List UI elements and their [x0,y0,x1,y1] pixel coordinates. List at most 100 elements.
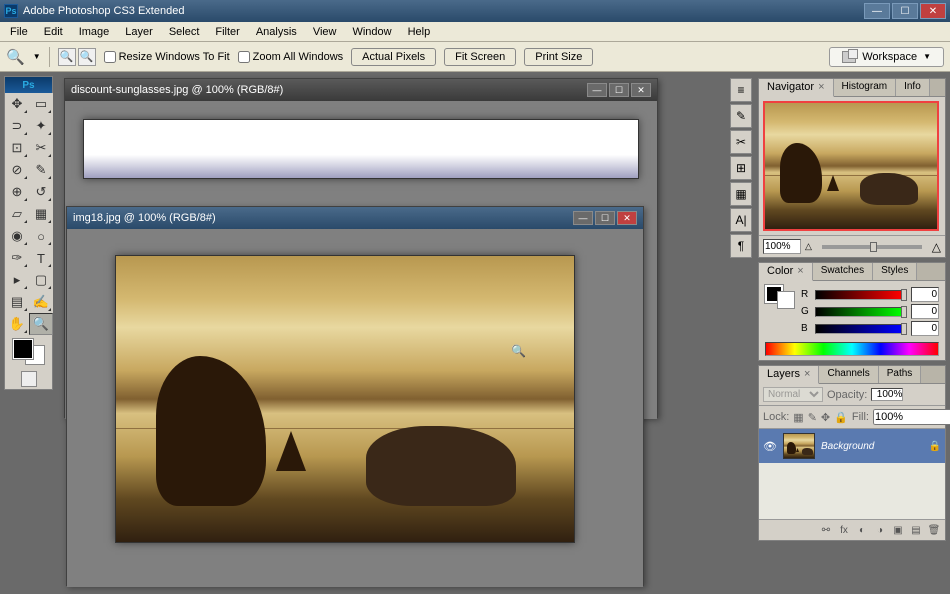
slice-tool[interactable]: ✂ [29,137,53,159]
lock-transparency-icon[interactable]: ▦ [793,410,803,424]
maximize-button[interactable]: ☐ [892,3,918,19]
dock-character-icon[interactable]: A| [730,208,752,232]
dropdown-arrow-icon[interactable]: ▼ [33,52,41,61]
opacity-value[interactable] [871,388,903,401]
notes-tool[interactable]: ▤ [5,291,29,313]
color-swatch[interactable] [13,339,45,365]
standard-mode-button[interactable] [21,371,37,387]
tab-info[interactable]: Info [896,79,930,96]
layer-visibility-icon[interactable]: 👁 [763,439,777,453]
layer-mask-icon[interactable]: ◐ [853,522,871,538]
zoom-out-icon[interactable]: △ [805,241,812,252]
tab-swatches[interactable]: Swatches [813,263,873,280]
menu-help[interactable]: Help [400,24,439,40]
menu-image[interactable]: Image [71,24,118,40]
fill-value[interactable] [873,409,950,425]
menu-edit[interactable]: Edit [36,24,71,40]
zoom-in-button[interactable]: 🔍 [58,48,76,66]
foreground-color[interactable] [13,339,33,359]
tab-color[interactable]: Color× [759,263,813,281]
color-spectrum[interactable] [765,342,939,356]
b-slider[interactable] [815,324,903,334]
menu-layer[interactable]: Layer [117,24,161,40]
r-value[interactable] [911,287,939,302]
doc2-close[interactable]: ✕ [617,211,637,225]
document-window-2[interactable]: img18.jpg @ 100% (RGB/8#) — ☐ ✕ 🔍 [66,206,644,586]
g-value[interactable] [911,304,939,319]
menu-select[interactable]: Select [161,24,208,40]
blur-tool[interactable]: ◉ [5,225,29,247]
menu-analysis[interactable]: Analysis [248,24,305,40]
navigator-zoom-input[interactable] [763,239,801,254]
menu-view[interactable]: View [305,24,345,40]
dock-clone-icon[interactable]: ✂ [730,130,752,154]
shape-tool[interactable]: ▢ [29,269,53,291]
b-value[interactable] [911,321,939,336]
actual-pixels-button[interactable]: Actual Pixels [351,48,436,66]
r-slider[interactable] [815,290,903,300]
gradient-tool[interactable]: ▦ [29,203,53,225]
dock-layers-icon[interactable]: ▦ [730,182,752,206]
layer-row-background[interactable]: 👁 Background 🔒 [759,429,945,463]
clone-stamp-tool[interactable]: ⊕ [5,181,29,203]
type-tool[interactable]: T [29,247,53,269]
zoom-all-checkbox[interactable]: Zoom All Windows [238,51,343,63]
tab-layers[interactable]: Layers× [759,366,819,384]
menu-filter[interactable]: Filter [207,24,247,40]
adjustment-layer-icon[interactable]: ◑ [871,522,889,538]
marquee-tool[interactable]: ▭ [29,93,53,115]
crop-tool[interactable]: ⊡ [5,137,29,159]
doc1-canvas[interactable] [83,119,639,179]
doc2-minimize[interactable]: — [573,211,593,225]
lock-all-icon[interactable]: 🔒 [834,410,848,424]
magic-wand-tool[interactable]: ✦ [29,115,53,137]
workspace-button[interactable]: Workspace ▼ [829,47,944,67]
brush-tool[interactable]: ✎ [29,159,53,181]
tab-navigator[interactable]: Navigator× [759,79,834,97]
doc2-maximize[interactable]: ☐ [595,211,615,225]
dock-icon-1[interactable]: ≡ [730,78,752,102]
navigator-thumbnail[interactable] [763,101,939,231]
history-brush-tool[interactable]: ↺ [29,181,53,203]
link-layers-icon[interactable]: ⚯ [817,522,835,538]
close-button[interactable]: ✕ [920,3,946,19]
move-tool[interactable]: ✥ [5,93,29,115]
g-slider[interactable] [815,307,903,317]
new-layer-icon[interactable]: ▤ [907,522,925,538]
doc1-maximize[interactable]: ☐ [609,83,629,97]
doc2-titlebar[interactable]: img18.jpg @ 100% (RGB/8#) — ☐ ✕ [67,207,643,229]
print-size-button[interactable]: Print Size [524,48,593,66]
layer-style-icon[interactable]: fx [835,522,853,538]
navigator-zoom-slider[interactable] [822,245,922,249]
zoom-tool[interactable]: 🔍 [29,313,53,335]
dodge-tool[interactable]: ○ [29,225,53,247]
eraser-tool[interactable]: ▱ [5,203,29,225]
zoom-in-icon[interactable]: △ [932,240,941,254]
menu-window[interactable]: Window [344,24,399,40]
doc2-canvas[interactable]: 🔍 [115,255,575,543]
layer-thumbnail[interactable] [783,433,815,459]
healing-brush-tool[interactable]: ⊘ [5,159,29,181]
color-background[interactable] [777,291,795,309]
doc1-close[interactable]: ✕ [631,83,651,97]
dock-tool-presets-icon[interactable]: ⊞ [730,156,752,180]
dock-paragraph-icon[interactable]: ¶ [730,234,752,258]
new-group-icon[interactable]: ▣ [889,522,907,538]
palette-header[interactable]: Ps [5,77,52,93]
lock-position-icon[interactable]: ✥ [821,410,830,424]
zoom-all-input[interactable] [238,51,250,63]
hand-tool[interactable]: ✋ [5,313,29,335]
resize-windows-input[interactable] [104,51,116,63]
doc1-titlebar[interactable]: discount-sunglasses.jpg @ 100% (RGB/8#) … [65,79,657,101]
dock-brush-icon[interactable]: ✎ [730,104,752,128]
tab-paths[interactable]: Paths [879,366,922,383]
fit-screen-button[interactable]: Fit Screen [444,48,516,66]
layer-name[interactable]: Background [821,441,923,452]
eyedropper-tool[interactable]: ✍ [29,291,53,313]
doc1-minimize[interactable]: — [587,83,607,97]
tab-channels[interactable]: Channels [819,366,878,383]
resize-windows-checkbox[interactable]: Resize Windows To Fit [104,51,230,63]
blend-mode-select[interactable]: Normal [763,387,823,402]
lasso-tool[interactable]: ⊃ [5,115,29,137]
lock-image-icon[interactable]: ✎ [808,410,817,424]
